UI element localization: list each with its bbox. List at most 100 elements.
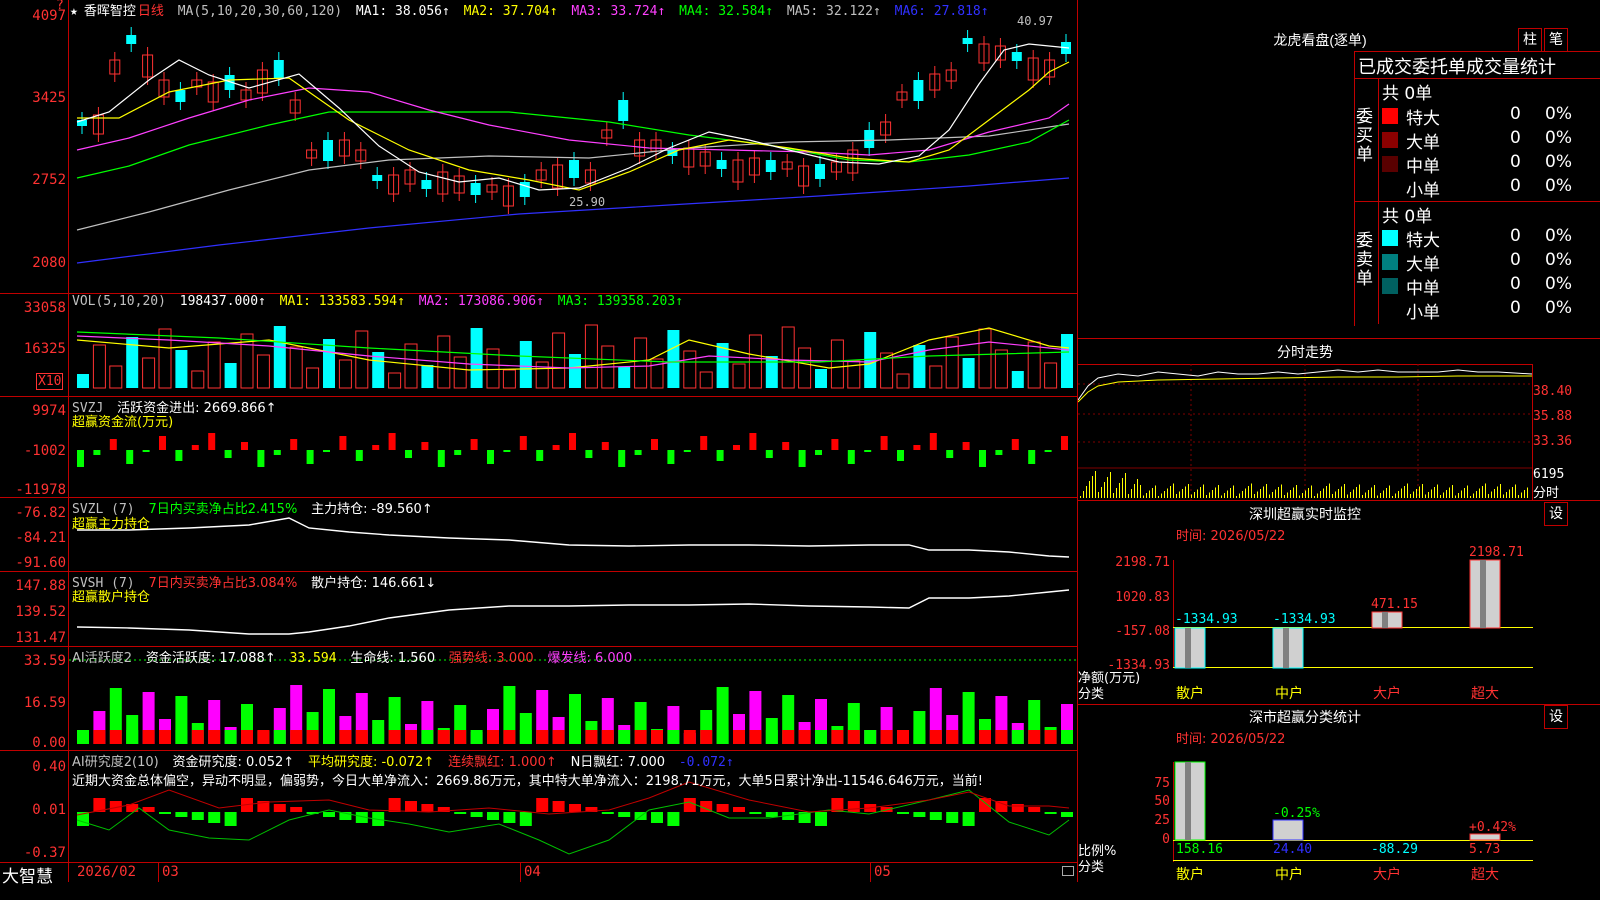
cls-cat-label: 大户 [1373, 867, 1401, 883]
candle [815, 164, 825, 179]
intraday-volume-bar [1140, 485, 1141, 498]
sell-row-name: 大单 [1406, 255, 1440, 275]
sell-row-name: 小单 [1406, 303, 1440, 323]
volume-bar [338, 359, 352, 389]
intraday-volume-bar [1182, 489, 1183, 498]
ai1-base [929, 730, 942, 744]
svzl-axis-label: -84.21 [15, 530, 66, 546]
ai1-base [208, 730, 221, 744]
volume-bar [519, 341, 532, 388]
intraday-volume-bar [1200, 487, 1201, 498]
intraday-volume-bar [1173, 483, 1174, 498]
svzj-bar [208, 433, 216, 450]
intraday-volume-bar [1302, 493, 1303, 498]
intraday-volume-bar [1305, 490, 1306, 498]
buy-row-pct: 0% [1545, 176, 1572, 196]
intraday-volume-bar [1461, 490, 1462, 498]
svzj-bar [355, 450, 363, 461]
ai1-base [159, 730, 171, 744]
svzj-bar [405, 450, 412, 458]
volume-bar [830, 339, 844, 389]
intraday-volume-bar [1086, 486, 1087, 498]
volume-bar [158, 328, 172, 389]
date-label: 05 [874, 864, 891, 880]
ai1-base [323, 730, 335, 744]
intraday-volume-bar [1326, 486, 1327, 498]
intraday-volume-bar [1506, 492, 1507, 498]
buy-row-name: 小单 [1406, 181, 1440, 201]
intraday-axis-label: 6195 [1533, 467, 1565, 482]
svzj-bar [437, 450, 445, 467]
month-tick [870, 862, 871, 882]
svzj-bar [962, 442, 970, 450]
ai2-bar [454, 812, 467, 814]
intraday-axis-label: 33.36 [1533, 434, 1573, 449]
intraday-volume-bar [1494, 489, 1495, 498]
vol-spec: VOL(5,10,20) [72, 294, 166, 309]
lhb-tabs[interactable]: 已成交委托单成交量统计 [1358, 53, 1556, 79]
sz-settings-button[interactable]: 设 [1544, 502, 1568, 526]
intraday-volume-bar [1434, 487, 1435, 498]
ai2-bar [552, 801, 565, 812]
volume-bar [699, 371, 713, 389]
cls-axis-label: 50 [1154, 794, 1170, 809]
volume-bar [207, 341, 221, 389]
svzj-bar [946, 450, 954, 458]
ai1-base [339, 730, 352, 744]
svzj-bar [765, 450, 773, 458]
ai2-bar [995, 801, 1008, 812]
kline-chart[interactable]: 40.97 25.90 [69, 0, 1077, 882]
intraday-volume-bar [1482, 486, 1483, 498]
intraday-volume-bar [1353, 489, 1354, 498]
brand-label: 大智慧 [2, 867, 53, 887]
intraday-volume-bar [1110, 472, 1111, 498]
svzl-axis-label: -76.82 [15, 505, 66, 521]
svsh-pct: 7日内买卖净占比3.084% [148, 576, 298, 591]
ai1-base [142, 730, 155, 744]
intraday-volume-bar [1479, 488, 1480, 498]
intraday-volume-bar [1470, 496, 1471, 498]
intraday-volume-bar [1443, 492, 1444, 498]
sell-row-pct: 0% [1545, 226, 1572, 246]
volume-bar [388, 372, 402, 389]
ai1-base [831, 730, 844, 744]
svzj-bar [995, 450, 1003, 455]
ai1-base [1061, 730, 1073, 744]
ai1-axis-label: 0.00 [32, 735, 66, 751]
intraday-chart[interactable] [1078, 364, 1532, 500]
ai1-axis-label: 16.59 [23, 695, 66, 711]
volume-bar [421, 365, 434, 388]
ai1-base [405, 730, 417, 744]
svzj-bar [847, 450, 855, 464]
cls-settings-button[interactable]: 设 [1544, 705, 1568, 729]
intraday-volume-bar [1509, 489, 1510, 498]
ai2-bar [913, 812, 926, 817]
svzj-bar [864, 450, 872, 452]
ai1-base [126, 730, 139, 744]
ai1-base [1011, 730, 1024, 744]
candle [175, 90, 186, 102]
svzj-bar [831, 439, 839, 450]
volume-bar [584, 324, 598, 389]
ai2-bar [159, 812, 171, 814]
volume-bar [323, 339, 335, 388]
ai1-b: 33.594 [289, 651, 337, 666]
vol-unit: X10 [36, 373, 64, 390]
volume-bar [92, 344, 106, 389]
tick-mode-button[interactable]: 笔 [1544, 28, 1568, 52]
ai1-base [683, 730, 696, 744]
lock-icon[interactable] [1062, 866, 1074, 876]
intraday-volume-bar [1272, 492, 1273, 498]
ai2-bar [716, 804, 729, 812]
candle [962, 38, 973, 44]
sz-bar-chart[interactable] [1173, 540, 1533, 680]
svzl-axis-label: -91.60 [15, 555, 66, 571]
candle [126, 35, 137, 44]
cls-axis-label: 75 [1154, 776, 1170, 791]
ai2-bar [929, 812, 942, 820]
svzj-bar [733, 445, 740, 450]
ai2-bar [487, 812, 499, 820]
bar-mode-button[interactable]: 柱 [1518, 28, 1542, 52]
svzl-pct: 7日内买卖净占比2.415% [148, 502, 298, 517]
intraday-volume-bar [1365, 492, 1366, 498]
